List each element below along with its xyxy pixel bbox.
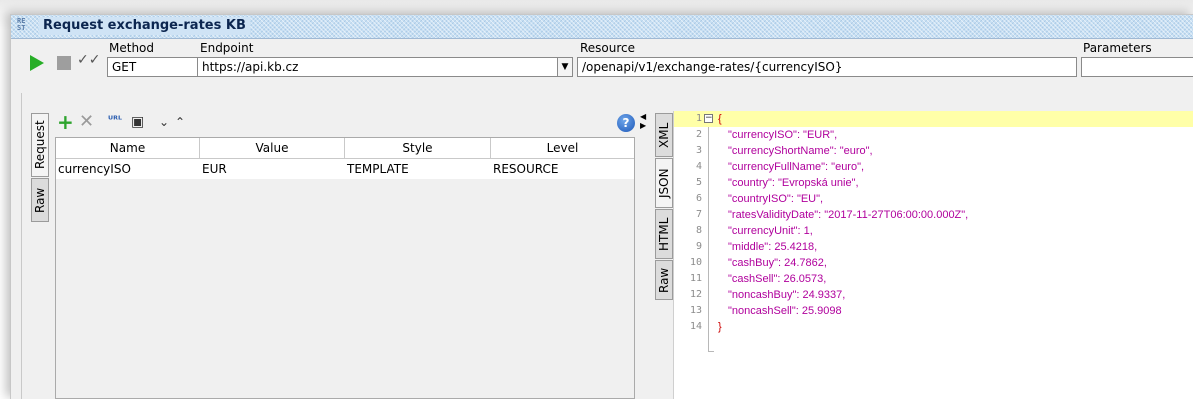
move-down-icon[interactable]: ⌄ bbox=[159, 112, 169, 132]
table-row[interactable]: currencyISO EUR TEMPLATE RESOURCE bbox=[56, 159, 634, 179]
line-number: 10 bbox=[689, 257, 702, 268]
line-number: 2 bbox=[695, 129, 702, 140]
encode-icon[interactable]: ᵁᴿᴸ bbox=[108, 111, 122, 131]
code-text: "currencyFullName": "euro", bbox=[728, 161, 865, 173]
line-number: 12 bbox=[689, 289, 702, 300]
code-line: 14} bbox=[674, 319, 1193, 335]
code-line: 8 "currencyUnit": 1, bbox=[674, 223, 1193, 239]
resource-label: Resource bbox=[580, 41, 636, 55]
code-line: 10 "cashBuy": 24.7862, bbox=[674, 255, 1193, 271]
column-header-style[interactable]: Style bbox=[345, 138, 491, 158]
line-number: 9 bbox=[695, 241, 702, 252]
check-icon[interactable]: ✓✓ bbox=[77, 52, 100, 68]
run-icon[interactable] bbox=[30, 55, 44, 71]
line-number: 3 bbox=[695, 145, 702, 156]
code-line: 9 "middle": 25.4218, bbox=[674, 239, 1193, 255]
code-text: } bbox=[718, 321, 722, 333]
code-line: 2 "currencyISO": "EUR", bbox=[674, 127, 1193, 143]
collapse-right-icon[interactable]: ▶ bbox=[640, 122, 646, 130]
panel-splitter[interactable]: ◀ ▶ bbox=[637, 111, 653, 399]
rest-icon: RE ST bbox=[17, 17, 26, 32]
column-header-level[interactable]: Level bbox=[491, 138, 634, 158]
code-line: 5 "country": "Evropská unie", bbox=[674, 175, 1193, 191]
code-text: "cashSell": 26.0573, bbox=[728, 273, 827, 285]
code-text: "noncashSell": 25.9098 bbox=[728, 305, 842, 317]
help-icon[interactable]: ? bbox=[617, 114, 635, 132]
code-line: 1{ bbox=[674, 111, 1193, 127]
method-value: GET bbox=[112, 60, 137, 74]
tab-json[interactable]: JSON bbox=[655, 158, 673, 208]
parameters-label: Parameters bbox=[1083, 41, 1152, 55]
swap-icon[interactable]: ▣ bbox=[131, 112, 144, 132]
params-toolbar: + ✕ ᵁᴿᴸ ▣ ⌄ ⌃ ? bbox=[53, 111, 636, 137]
code-line: 11 "cashSell": 26.0573, bbox=[674, 271, 1193, 287]
column-header-value[interactable]: Value bbox=[200, 138, 345, 158]
line-number: 7 bbox=[695, 209, 702, 220]
resource-input[interactable]: /openapi/v1/exchange-rates/{currencyISO} bbox=[577, 57, 1077, 77]
column-header-name[interactable]: Name bbox=[56, 138, 200, 158]
code-text: "currencyShortName": "euro", bbox=[728, 145, 873, 157]
code-text: "currencyUnit": 1, bbox=[728, 225, 813, 237]
delete-icon[interactable]: ✕ bbox=[79, 112, 94, 132]
tab-raw-response[interactable]: Raw bbox=[655, 260, 673, 300]
code-text: "middle": 25.4218, bbox=[728, 241, 818, 253]
move-up-icon[interactable]: ⌃ bbox=[175, 112, 185, 132]
code-text: "noncashBuy": 24.9337, bbox=[728, 289, 846, 301]
request-params-panel: + ✕ ᵁᴿᴸ ▣ ⌄ ⌃ ? Name Value Style Level c… bbox=[53, 111, 636, 399]
table-header: Name Value Style Level bbox=[56, 138, 634, 159]
code-text: "currencyISO": "EUR", bbox=[728, 129, 838, 141]
stop-icon[interactable] bbox=[57, 56, 71, 70]
line-number: 14 bbox=[689, 321, 702, 332]
line-number: 13 bbox=[689, 305, 702, 316]
collapse-left-icon[interactable]: ◀ bbox=[640, 113, 646, 121]
outer-left-strip bbox=[11, 93, 22, 399]
line-number: 4 bbox=[695, 161, 702, 172]
line-number: 1 bbox=[695, 113, 702, 124]
endpoint-value: https://api.kb.cz bbox=[202, 60, 299, 74]
param-style-cell[interactable]: TEMPLATE bbox=[345, 159, 491, 179]
parameters-input[interactable] bbox=[1081, 57, 1193, 77]
request-toolbar: ✓✓ Method GET ▼ Endpoint https://api.kb.… bbox=[11, 39, 1193, 91]
tab-xml[interactable]: XML bbox=[655, 113, 673, 157]
code-text: "countryISO": "EU", bbox=[728, 193, 824, 205]
tab-request[interactable]: Request bbox=[31, 113, 49, 177]
param-value-cell[interactable]: EUR bbox=[200, 159, 345, 179]
request-window: RE ST Request exchange-rates KB ✓✓ Method… bbox=[10, 14, 1193, 399]
line-number: 5 bbox=[695, 177, 702, 188]
code-line: 13 "noncashSell": 25.9098 bbox=[674, 303, 1193, 319]
code-line: 12 "noncashBuy": 24.9337, bbox=[674, 287, 1193, 303]
line-number: 6 bbox=[695, 193, 702, 204]
endpoint-label: Endpoint bbox=[200, 41, 254, 55]
tab-raw-request[interactable]: Raw bbox=[31, 178, 49, 222]
param-level-cell[interactable]: RESOURCE bbox=[491, 159, 634, 179]
tab-html[interactable]: HTML bbox=[655, 209, 673, 259]
line-number: 11 bbox=[689, 273, 702, 284]
code-text: "cashBuy": 24.7862, bbox=[728, 257, 827, 269]
code-line: 7 "ratesValidityDate": "2017-11-27T06:00:… bbox=[674, 207, 1193, 223]
window-title: Request exchange-rates KB bbox=[39, 17, 250, 35]
code-line: 6 "countryISO": "EU", bbox=[674, 191, 1193, 207]
endpoint-dropdown-button[interactable]: ▼ bbox=[557, 57, 573, 77]
code-text: "ratesValidityDate": "2017-11-27T06:00:0… bbox=[728, 209, 969, 221]
title-bar[interactable]: RE ST Request exchange-rates KB bbox=[11, 15, 1193, 39]
code-text: "country": "Evropská unie", bbox=[728, 177, 859, 189]
code-line: 3 "currencyShortName": "euro", bbox=[674, 143, 1193, 159]
param-name-cell[interactable]: currencyISO bbox=[56, 159, 200, 179]
code-text: { bbox=[718, 113, 722, 125]
params-table: Name Value Style Level currencyISO EUR T… bbox=[55, 137, 635, 399]
json-response-viewer[interactable]: 1{2 "currencyISO": "EUR", 3 "currencyShortN… bbox=[673, 111, 1193, 399]
code-line: 4 "currencyFullName": "euro", bbox=[674, 159, 1193, 175]
line-number: 8 bbox=[695, 225, 702, 236]
resource-value: /openapi/v1/exchange-rates/{currencyISO} bbox=[582, 60, 843, 74]
method-label: Method bbox=[109, 41, 155, 55]
add-icon[interactable]: + bbox=[57, 112, 74, 132]
fold-toggle-icon[interactable]: − bbox=[704, 114, 713, 123]
endpoint-input[interactable]: https://api.kb.cz bbox=[197, 57, 557, 77]
fold-guide-end bbox=[708, 351, 714, 352]
